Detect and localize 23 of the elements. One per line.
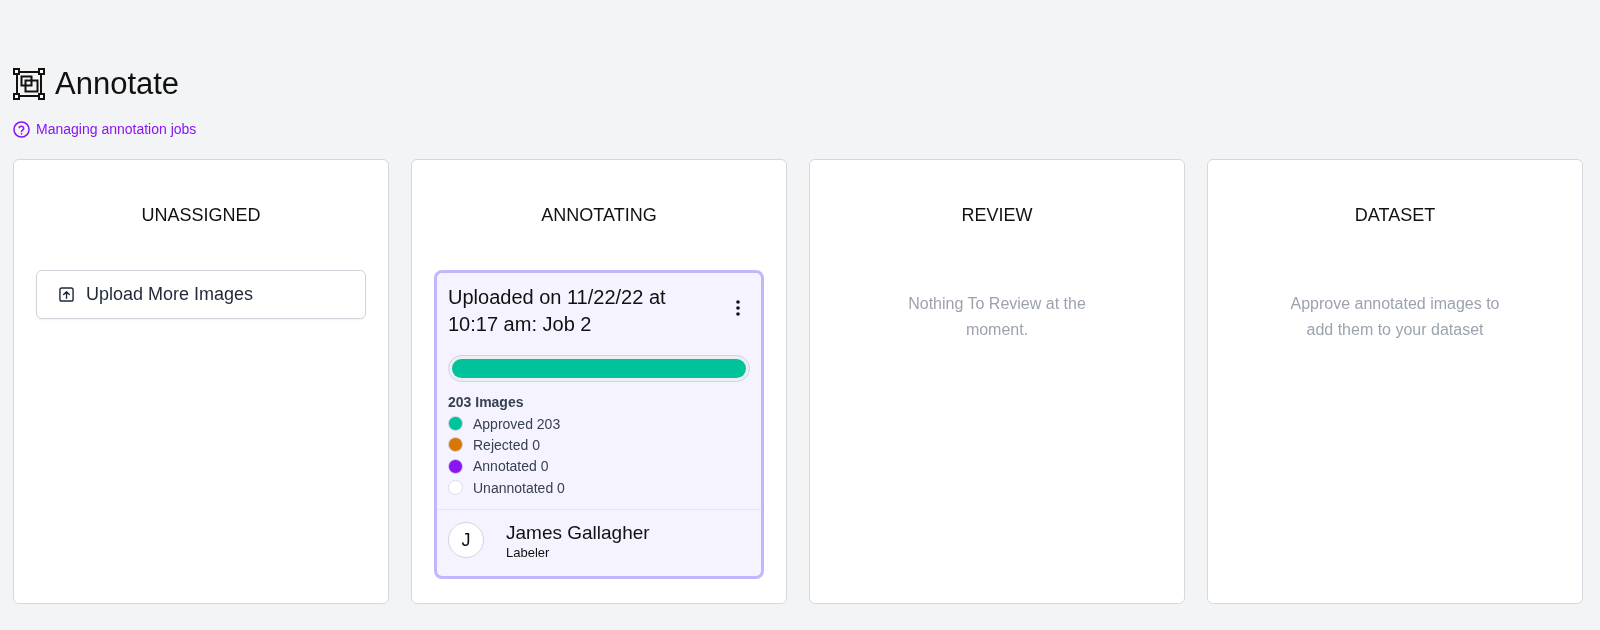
avatar: J: [448, 522, 484, 559]
image-count: 203 Images: [448, 394, 524, 411]
assignee-name: James Gallagher: [506, 522, 650, 545]
upload-icon: [59, 287, 74, 302]
upload-button[interactable]: Upload More Images: [36, 270, 366, 319]
job-title: Uploaded on 11/22/22 at 10:17 am: Job 2: [448, 285, 667, 337]
column-title: ANNOTATING: [541, 204, 657, 226]
job-card[interactable]: Uploaded on 11/22/22 at 10:17 am: Job 2 203 Images Approved 203 Rejected 0 Annotated 0 Unannotated 0 J James Gallagher Labeler: [434, 270, 764, 580]
help-icon: [13, 120, 30, 138]
annotate-icon: [13, 68, 45, 100]
column-title: UNASSIGNED: [141, 204, 261, 226]
page-title: Annotate: [55, 66, 180, 102]
empty-message: Nothing To Review at the moment.: [907, 294, 1087, 340]
status-label: Annotated 0: [473, 458, 549, 475]
column-title: DATASET: [1354, 204, 1436, 226]
assignee-role: Labeler: [506, 544, 550, 563]
status-label: Unannotated 0: [473, 479, 565, 496]
empty-message: Approve annotated images to add them to your dataset: [1289, 294, 1501, 340]
column-title: REVIEW: [961, 204, 1033, 226]
kebab-menu-icon[interactable]: [736, 300, 740, 316]
status-label: Rejected 0: [473, 436, 540, 453]
status-label: Approved 203: [473, 415, 561, 432]
help-link[interactable]: Managing annotation jobs: [13, 120, 197, 138]
